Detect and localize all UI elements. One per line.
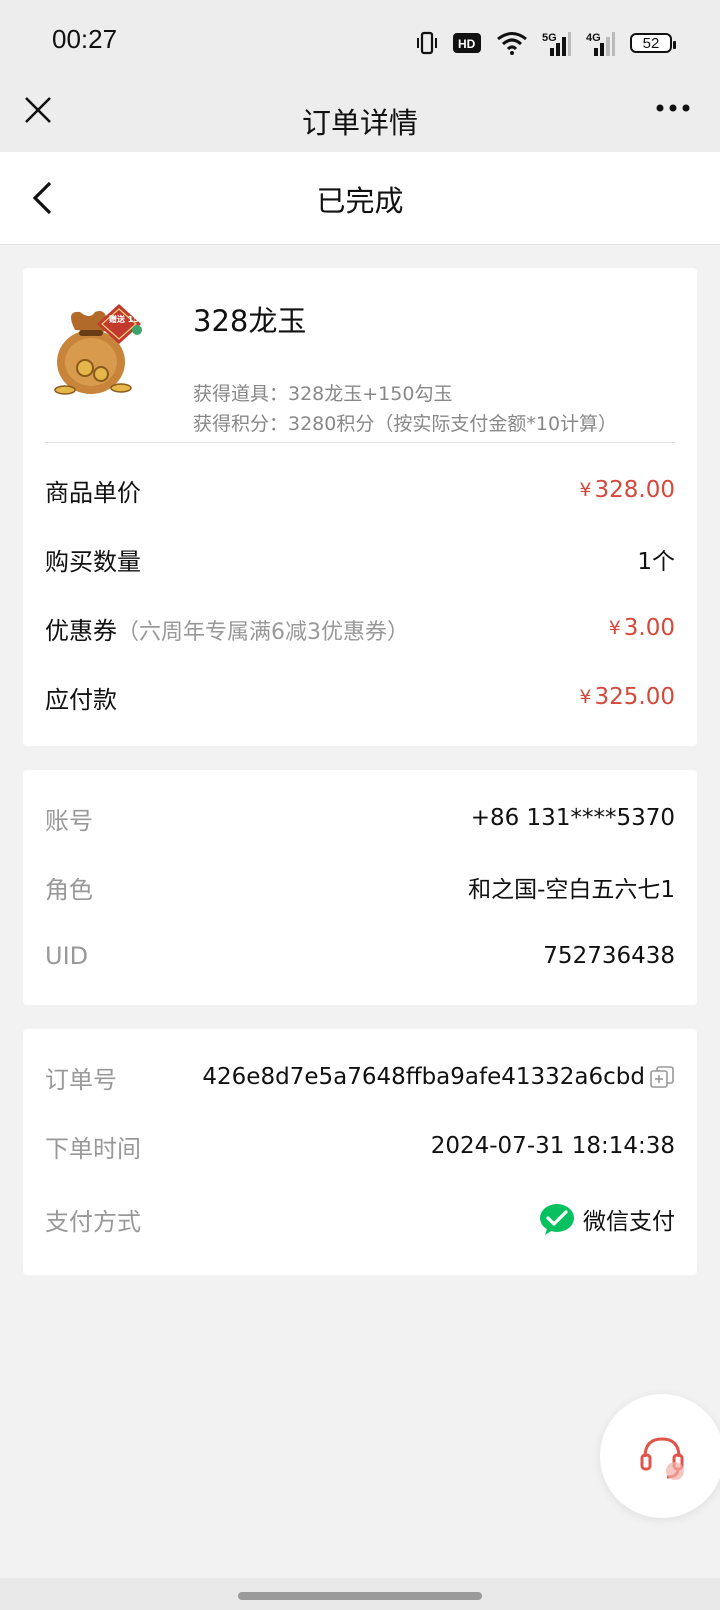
- order-product-card: 赠送 150 328龙玉 获得道具：328龙玉+150勾玉 获得积分：3280积…: [23, 268, 697, 746]
- card-divider: [45, 442, 675, 443]
- payable-amount: 325.00: [594, 684, 675, 710]
- order-info-card: 订单号 426e8d7e5a7648ffba9afe41332a6cbd 下单时…: [23, 1029, 697, 1275]
- role-row: 角色 和之国-空白五六七1: [45, 867, 675, 907]
- svg-text:5G: 5G: [542, 32, 557, 44]
- payable-row: 应付款 ¥ 325.00: [45, 677, 675, 717]
- order-number-text: 426e8d7e5a7648ffba9afe41332a6cbd: [202, 1064, 645, 1090]
- account-label: 账号: [45, 806, 93, 835]
- coupon-value: ¥ 3.00: [609, 615, 675, 641]
- vibrate-icon: [417, 31, 437, 55]
- order-number-value: 426e8d7e5a7648ffba9afe41332a6cbd: [202, 1064, 675, 1090]
- copy-icon[interactable]: [649, 1065, 675, 1089]
- unit-price-amount: 328.00: [594, 477, 675, 503]
- payable-label: 应付款: [45, 685, 117, 714]
- payment-method-label: 支付方式: [45, 1207, 141, 1236]
- unit-price-value: ¥ 328.00: [579, 477, 675, 503]
- svg-text:HD: HD: [458, 37, 476, 51]
- status-icons: HD 5G 4G 52: [416, 28, 676, 58]
- uid-label: UID: [45, 942, 89, 970]
- wechat-nav-title: 订单详情: [301, 106, 418, 140]
- battery-icon: 52: [630, 33, 676, 53]
- quantity-value: 1个: [637, 549, 675, 575]
- battery-level: 52: [642, 34, 660, 52]
- payment-method-value: 微信支付: [539, 1202, 675, 1236]
- order-time-row: 下单时间 2024-07-31 18:14:38: [45, 1126, 675, 1166]
- quantity-row: 购买数量 1个: [45, 539, 675, 579]
- product-points-line: 获得积分：3280积分（按实际支付金额*10计算）: [193, 413, 618, 435]
- coupon-label: 优惠券（六周年专属满6减3优惠券）: [45, 611, 409, 646]
- order-time-label: 下单时间: [45, 1134, 141, 1163]
- account-row: 账号 +86 131****5370: [45, 798, 675, 838]
- order-status-title: 已完成: [316, 184, 404, 218]
- product-items-line: 获得道具：328龙玉+150勾玉: [193, 383, 453, 405]
- wechat-nav-bar: 订单详情: [0, 86, 720, 152]
- product-name: 328龙玉: [193, 304, 307, 338]
- home-indicator[interactable]: [238, 1592, 482, 1600]
- account-info-card: 账号 +86 131****5370 角色 和之国-空白五六七1 UID 752…: [23, 770, 697, 1005]
- status-time: 00:27: [52, 24, 118, 54]
- currency-symbol: ¥: [579, 479, 592, 501]
- customer-service-button[interactable]: [600, 1394, 720, 1518]
- coupon-amount: 3.00: [623, 615, 675, 641]
- coupon-label-text: 优惠券: [45, 616, 117, 645]
- page-header: 已完成: [0, 152, 720, 245]
- headset-icon: [640, 1437, 684, 1480]
- more-options-icon[interactable]: [656, 104, 690, 112]
- svg-text:赠送 150: 赠送 150: [109, 314, 145, 324]
- unit-price-label: 商品单价: [45, 478, 141, 507]
- status-bar: 00:27 HD 5G 4G 52: [0, 0, 720, 86]
- order-time-value: 2024-07-31 18:14:38: [430, 1133, 675, 1159]
- product-summary: 赠送 150 328龙玉 获得道具：328龙玉+150勾玉 获得积分：3280积…: [45, 294, 675, 442]
- signal-5g-icon: 5G: [542, 32, 571, 56]
- payable-value: ¥ 325.00: [579, 684, 675, 710]
- role-label: 角色: [45, 875, 93, 904]
- coupon-note: （六周年专属满6减3优惠券）: [117, 619, 409, 645]
- unit-price-row: 商品单价 ¥ 328.00: [45, 470, 675, 510]
- account-value: +86 131****5370: [470, 805, 675, 831]
- currency-symbol: ¥: [579, 686, 592, 708]
- coupon-row: 优惠券（六周年专属满6减3优惠券） ¥ 3.00: [45, 608, 675, 648]
- payment-method-row: 支付方式 微信支付: [45, 1199, 675, 1239]
- svg-text:4G: 4G: [586, 32, 601, 44]
- wechat-pay-icon: [540, 1204, 574, 1235]
- order-number-row: 订单号 426e8d7e5a7648ffba9afe41332a6cbd: [45, 1057, 675, 1097]
- hd-icon: HD: [453, 33, 481, 53]
- uid-value: 752736438: [543, 943, 675, 969]
- signal-4g-icon: 4G: [586, 32, 615, 56]
- currency-symbol: ¥: [608, 617, 621, 639]
- uid-row: UID 752736438: [45, 936, 675, 976]
- money-bag-image: 赠送 150: [54, 304, 145, 395]
- role-value: 和之国-空白五六七1: [468, 877, 675, 903]
- wifi-icon: [497, 32, 527, 55]
- payment-method-text: 微信支付: [583, 1209, 675, 1235]
- home-indicator-bar: [0, 1578, 720, 1610]
- quantity-label: 购买数量: [45, 547, 141, 576]
- order-number-label: 订单号: [45, 1065, 117, 1094]
